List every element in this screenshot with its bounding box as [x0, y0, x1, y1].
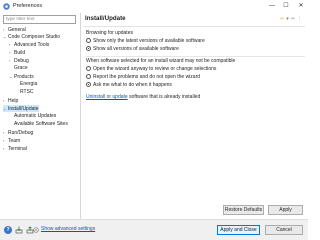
- tree-item-label: RTSC: [20, 89, 34, 95]
- tree-item-label: Terminal: [8, 146, 27, 152]
- filter-field[interactable]: [3, 15, 76, 24]
- tree-item-advanced-tools[interactable]: › Advanced Tools: [9, 41, 49, 48]
- view-menu-icon[interactable]: ⋮: [297, 16, 302, 22]
- radio-button[interactable]: [86, 74, 91, 79]
- radio-show-latest[interactable]: Show only the latest versions of availab…: [86, 38, 205, 45]
- radio-button[interactable]: [86, 66, 91, 71]
- preferences-window: Preferences — ☐ ✕ ›General ⌄Code Compose…: [0, 0, 308, 240]
- tree-item-build[interactable]: › Build: [9, 49, 25, 56]
- title-separator: [83, 26, 305, 27]
- tree-item-rtsc[interactable]: RTSC: [20, 89, 34, 96]
- browsing-label: Browsing for updates: [86, 30, 133, 36]
- tree-item-automatic-updates[interactable]: Automatic Updates: [14, 113, 56, 120]
- tree-item-available-software-sites[interactable]: Available Software Sites: [14, 121, 68, 128]
- tree-item-label: Debug: [14, 58, 29, 64]
- advanced-settings-icon: [33, 227, 39, 233]
- incompatibility-label: When software selected for an install wi…: [86, 58, 236, 64]
- restore-defaults-button[interactable]: Restore Defaults: [223, 205, 264, 215]
- radio-button[interactable]: [86, 82, 91, 87]
- uninstall-or-update-link[interactable]: Uninstall or update: [86, 94, 128, 100]
- tree-item-label: Energia: [20, 81, 38, 87]
- tree-item-label: Code Composer Studio: [8, 34, 60, 40]
- tree-item-label: Products: [14, 74, 34, 80]
- tree-item-label: Automatic Updates: [14, 113, 57, 119]
- import-icon[interactable]: [15, 226, 23, 234]
- cancel-button[interactable]: Cancel: [265, 225, 303, 235]
- radio-button[interactable]: [86, 38, 91, 43]
- tree-item-label: Run/Debug: [8, 130, 34, 136]
- tree-item-label: Available Software Sites: [14, 121, 68, 127]
- tree-item-install-update[interactable]: ⌄ Install/Update: [3, 105, 39, 112]
- tree-item-help[interactable]: › Help: [3, 97, 18, 104]
- radio-open-wizard[interactable]: Open the wizard anyway to review or chan…: [86, 66, 216, 73]
- tree-item-code-composer-studio[interactable]: ⌄ Code Composer Studio: [3, 33, 60, 40]
- tree-item-label: Build: [14, 50, 26, 56]
- show-advanced-settings-link[interactable]: Show advanced settings: [41, 226, 95, 233]
- tree-item-label: Advanced Tools: [14, 42, 50, 48]
- tree-item-products[interactable]: ⌄ Products: [9, 73, 34, 80]
- tree-item-terminal[interactable]: › Terminal: [3, 145, 27, 152]
- help-icon[interactable]: ?: [4, 226, 12, 234]
- tree-item-label: Install/Update: [8, 106, 39, 112]
- apply-button[interactable]: Apply: [268, 205, 303, 215]
- uninstall-row-text: software that is already installed: [127, 94, 201, 100]
- forward-arrow-icon[interactable]: ⇨: [291, 16, 295, 22]
- tree-item-general[interactable]: › General: [3, 26, 26, 33]
- close-icon[interactable]: ✕: [294, 1, 308, 11]
- maximize-icon[interactable]: ☐: [279, 1, 293, 11]
- window-title: Preferences: [13, 3, 43, 9]
- tree-item-energia[interactable]: Energia: [20, 81, 37, 88]
- tree-item-label: Grace: [14, 65, 28, 71]
- back-arrow-icon[interactable]: ⇦: [280, 16, 284, 22]
- tree-item-label: Team: [8, 138, 21, 144]
- preferences-app-icon: [3, 3, 10, 10]
- page-title: Install/Update: [85, 15, 126, 22]
- tree-item-run-debug[interactable]: › Run/Debug: [3, 129, 33, 136]
- filter-input[interactable]: [4, 16, 76, 23]
- radio-button[interactable]: [86, 46, 91, 51]
- radio-ask-me[interactable]: Ask me what to do when it happens: [86, 82, 172, 89]
- radio-show-all[interactable]: Show all versions of available software: [86, 46, 179, 53]
- tree-item-debug[interactable]: › Debug: [9, 57, 29, 64]
- minimize-icon[interactable]: —: [265, 1, 279, 11]
- title-bar: Preferences — ☐ ✕: [0, 0, 308, 13]
- page-navigation: ⇦ ▾ ⇨ ⋮: [280, 16, 304, 22]
- radio-report-problems[interactable]: Report the problems and do not open the …: [86, 74, 200, 81]
- group-separator: [86, 56, 305, 57]
- tree-item-team[interactable]: › Team: [3, 137, 20, 144]
- apply-and-close-button[interactable]: Apply and Close: [217, 225, 260, 235]
- pane-divider[interactable]: [80, 13, 81, 225]
- tree-item-grace[interactable]: Grace: [9, 65, 28, 72]
- tree-item-label: Help: [8, 98, 19, 104]
- back-menu-icon[interactable]: ▾: [286, 16, 289, 22]
- uninstall-row: Uninstall or update software that is alr…: [86, 94, 200, 101]
